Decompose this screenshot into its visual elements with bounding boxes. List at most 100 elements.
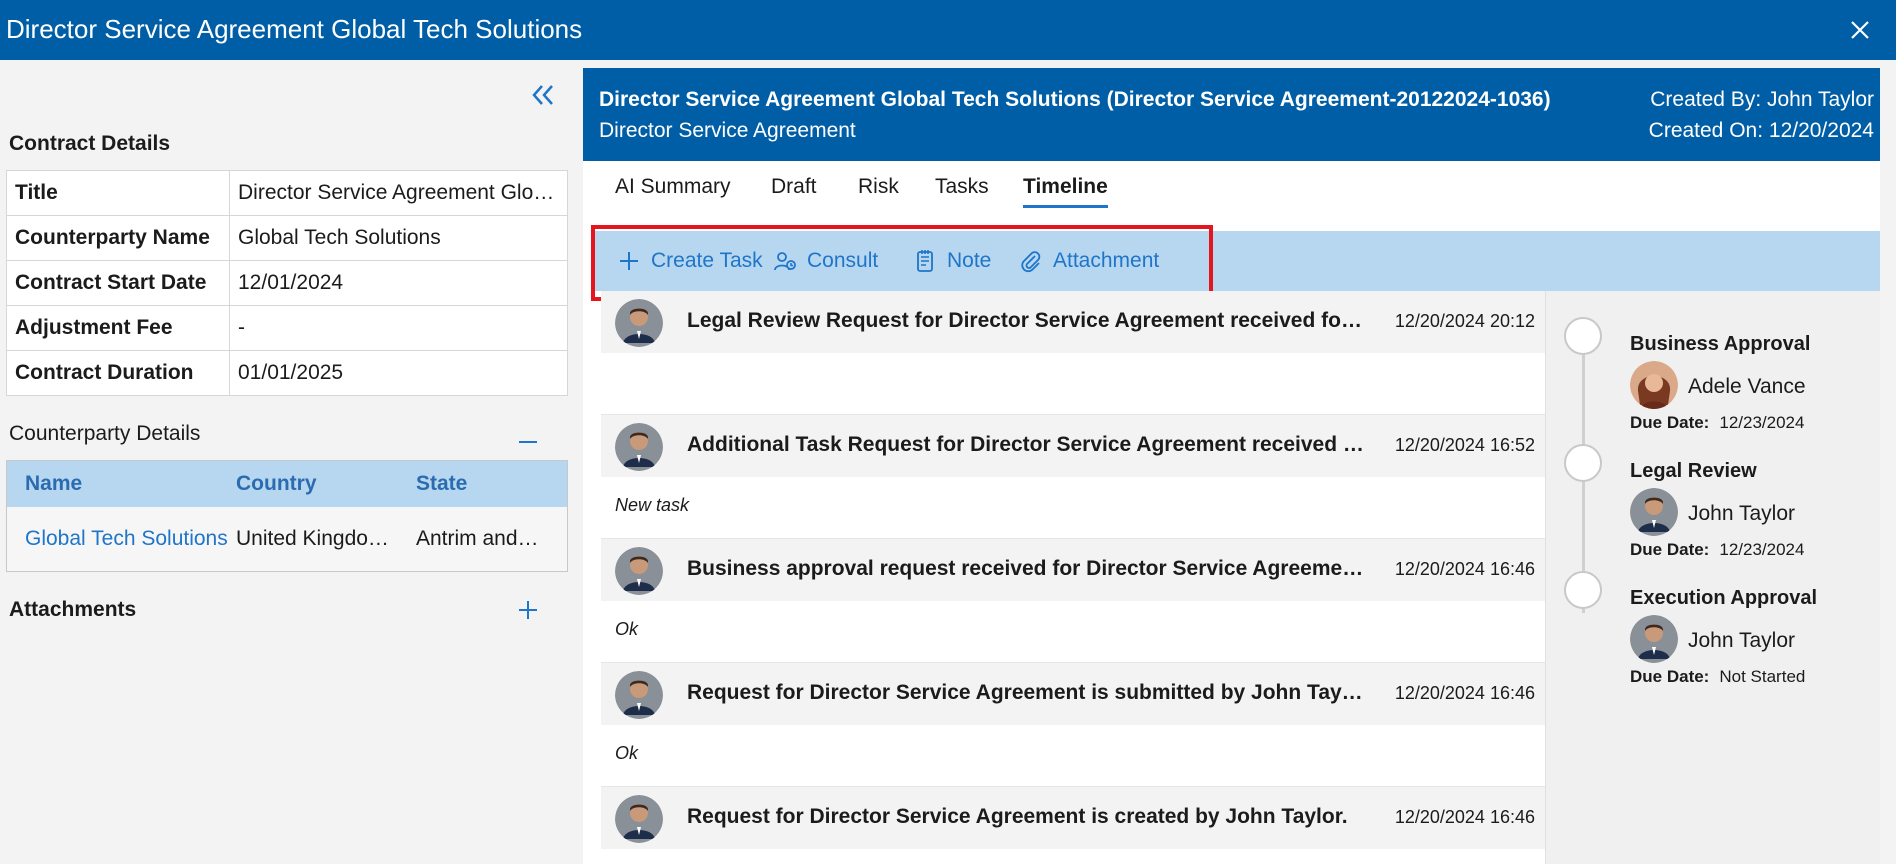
- timeline-message: Legal Review Request for Director Servic…: [687, 309, 1367, 332]
- avatar: [615, 547, 663, 595]
- contract-header: Director Service Agreement Global Tech S…: [583, 68, 1880, 161]
- table-header: Name Country State: [7, 461, 567, 507]
- timeline-entry[interactable]: Legal Review Request for Director Servic…: [601, 291, 1545, 415]
- column-header-name[interactable]: Name: [7, 472, 236, 496]
- tab-ai-summary[interactable]: AI Summary: [615, 175, 731, 205]
- approval-status-circle: [1564, 444, 1602, 482]
- approval-due: Due Date: Not Started: [1630, 667, 1805, 687]
- timeline-feed: Legal Review Request for Director Servic…: [601, 291, 1545, 864]
- counterparty-table: Name Country State Global Tech Solutions…: [6, 460, 568, 572]
- toolbar-highlight-box: [591, 225, 1213, 301]
- due-label: Due Date:: [1630, 667, 1710, 686]
- timeline-note: Ok: [615, 619, 639, 639]
- timeline-entry-body: Ok: [601, 601, 1545, 663]
- contract-title: Director Service Agreement Global Tech S…: [599, 88, 1551, 111]
- detail-value: 12/01/2024: [229, 260, 568, 306]
- approver-name: John Taylor: [1688, 502, 1796, 525]
- approval-status-circle: [1564, 317, 1602, 355]
- approval-due: Due Date: 12/23/2024: [1630, 413, 1804, 433]
- avatar: [615, 299, 663, 347]
- detail-key: Contract Start Date: [6, 260, 230, 306]
- close-icon[interactable]: [1844, 14, 1876, 46]
- tab-draft[interactable]: Draft: [771, 175, 817, 205]
- left-panel: Contract Details Title Director Service …: [0, 60, 580, 864]
- timeline-entry[interactable]: Business approval request received for D…: [601, 539, 1545, 663]
- table-row: Global Tech Solutions United Kingdo… Ant…: [7, 507, 567, 571]
- due-label: Due Date:: [1630, 413, 1710, 432]
- approval-title: Business Approval: [1630, 333, 1811, 355]
- minus-icon[interactable]: [516, 430, 540, 454]
- timeline-message: Request for Director Service Agreement i…: [687, 805, 1348, 828]
- timeline-note: Ok: [615, 743, 639, 763]
- counterparty-country: United Kingdo…: [236, 527, 389, 550]
- window-title: Director Service Agreement Global Tech S…: [6, 14, 583, 44]
- contract-details-heading: Contract Details: [9, 132, 171, 155]
- table-row: Contract Duration 01/01/2025: [6, 350, 568, 396]
- timeline-entry-header: Business approval request received for D…: [601, 539, 1545, 601]
- timeline-entry[interactable]: Request for Director Service Agreement i…: [601, 663, 1545, 787]
- table-row: Title Director Service Agreement Glob…: [6, 170, 568, 216]
- timeline-entry-body: Ok: [601, 725, 1545, 787]
- created-by: Created By: John Taylor: [1650, 88, 1874, 111]
- counterparty-name-link[interactable]: Global Tech Solutions: [7, 527, 236, 551]
- timeline-entry-header: Request for Director Service Agreement i…: [601, 787, 1545, 849]
- main-panel: Director Service Agreement Global Tech S…: [583, 68, 1880, 864]
- due-label: Due Date:: [1630, 540, 1710, 559]
- tab-risk[interactable]: Risk: [858, 175, 899, 205]
- counterparty-details-heading: Counterparty Details: [9, 422, 201, 445]
- detail-value: Global Tech Solutions: [229, 215, 568, 261]
- due-date: Not Started: [1719, 667, 1806, 686]
- column-header-country[interactable]: Country: [236, 472, 416, 496]
- approver-name: Adele Vance: [1688, 375, 1806, 398]
- table-row: Contract Start Date 12/01/2024: [6, 260, 568, 306]
- avatar: [1630, 488, 1678, 536]
- timeline-entry-body: [601, 353, 1545, 415]
- timeline-message: Request for Director Service Agreement i…: [687, 681, 1367, 704]
- approval-due: Due Date: 12/23/2024: [1630, 540, 1804, 560]
- contract-details-table: Title Director Service Agreement Glob… C…: [6, 170, 568, 396]
- attachments-heading: Attachments: [9, 598, 137, 621]
- tab-timeline[interactable]: Timeline: [1023, 175, 1108, 208]
- approval-title: Execution Approval: [1630, 587, 1818, 609]
- timeline-entry-header: Legal Review Request for Director Servic…: [601, 291, 1545, 353]
- title-bar: Director Service Agreement Global Tech S…: [0, 0, 1896, 60]
- counterparty-state: Antrim and…: [416, 527, 539, 550]
- timeline-time: 12/20/2024 20:12: [1394, 311, 1535, 331]
- tab-tasks[interactable]: Tasks: [935, 175, 989, 205]
- timeline-entry-body: New task: [601, 477, 1545, 539]
- detail-value: -: [229, 305, 568, 351]
- add-attachment-icon[interactable]: [516, 598, 540, 622]
- timeline-message: Business approval request received for D…: [687, 557, 1367, 580]
- timeline-entry[interactable]: Request for Director Service Agreement i…: [601, 787, 1545, 849]
- avatar: [1630, 615, 1678, 663]
- timeline-time: 12/20/2024 16:46: [1394, 683, 1535, 703]
- avatar: [615, 795, 663, 843]
- detail-key: Title: [6, 170, 230, 216]
- timeline-entry[interactable]: Additional Task Request for Director Ser…: [601, 415, 1545, 539]
- approval-title: Legal Review: [1630, 460, 1757, 482]
- avatar: [615, 671, 663, 719]
- table-row: Counterparty Name Global Tech Solutions: [6, 215, 568, 261]
- detail-key: Counterparty Name: [6, 215, 230, 261]
- detail-value: Director Service Agreement Glob…: [229, 170, 568, 216]
- timeline-entry-header: Additional Task Request for Director Ser…: [601, 415, 1545, 477]
- timeline-message: Additional Task Request for Director Ser…: [687, 433, 1367, 456]
- timeline-time: 12/20/2024 16:46: [1394, 559, 1535, 579]
- table-row: Adjustment Fee -: [6, 305, 568, 351]
- avatar: [1630, 361, 1678, 409]
- contract-type: Director Service Agreement: [599, 119, 856, 142]
- approver-name: John Taylor: [1688, 629, 1796, 652]
- collapse-panel-icon[interactable]: [528, 80, 558, 110]
- timeline-time: 12/20/2024 16:52: [1394, 435, 1535, 455]
- approvals-panel: Business Approval Adele Vance Due Date: 1…: [1545, 291, 1880, 864]
- due-date: 12/23/2024: [1719, 540, 1805, 559]
- approval-status-circle: [1564, 571, 1602, 609]
- column-header-state[interactable]: State: [416, 472, 566, 496]
- timeline-note: New task: [615, 495, 690, 515]
- detail-key: Adjustment Fee: [6, 305, 230, 351]
- detail-key: Contract Duration: [6, 350, 230, 396]
- detail-value: 01/01/2025: [229, 350, 568, 396]
- avatar: [615, 423, 663, 471]
- created-on: Created On: 12/20/2024: [1648, 119, 1874, 142]
- tab-bar: AI Summary Draft Risk Tasks Timeline: [583, 161, 1880, 221]
